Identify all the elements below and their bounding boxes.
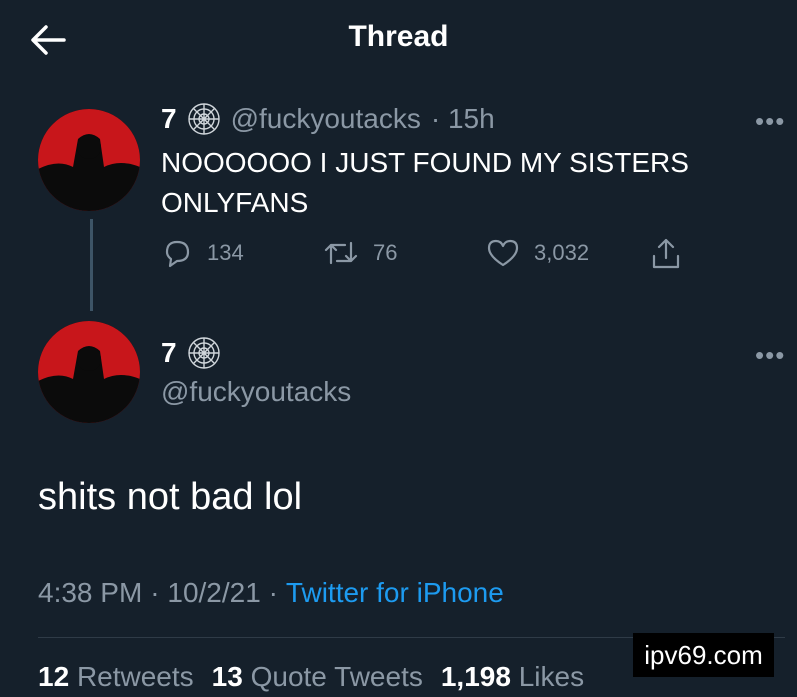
retweets-label: Retweets — [76, 661, 194, 692]
display-name[interactable]: 7 — [161, 103, 177, 135]
handle[interactable]: @fuckyoutacks — [161, 376, 351, 408]
avatar[interactable] — [38, 109, 140, 211]
tweet-text-line: NOOOOOO I JUST FOUND MY SISTERS — [161, 147, 689, 178]
quote-tweets-stat[interactable]: 13 Quote Tweets — [212, 661, 423, 693]
handle[interactable]: @fuckyoutacks — [231, 103, 421, 135]
share-button[interactable] — [650, 237, 682, 271]
share-icon — [652, 238, 680, 269]
spiderweb-icon — [187, 103, 220, 135]
quote-tweets-count: 13 — [211, 661, 243, 692]
tweet-text: shits not bad lol — [38, 476, 303, 518]
retweet-count: 76 — [373, 240, 398, 265]
engagement-stats: 12 Retweets 13 Quote Tweets 1,198 Likes — [38, 661, 584, 693]
more-options-button[interactable]: ••• — [755, 106, 785, 137]
avatar-image — [38, 321, 140, 423]
reply-count: 134 — [207, 240, 244, 265]
tweet-text: NOOOOOO I JUST FOUND MY SISTERS ONLYFANS — [161, 143, 689, 223]
timestamp[interactable]: · 15h — [431, 103, 495, 135]
tweet-date[interactable]: · 10/2/21 · — [150, 577, 278, 609]
more-options-button[interactable]: ••• — [755, 340, 785, 371]
source-link[interactable]: Twitter for iPhone — [286, 577, 504, 609]
reply-icon — [165, 240, 190, 268]
avatar-image — [38, 109, 140, 211]
page-title: Thread — [348, 20, 449, 53]
retweets-count: 12 — [38, 661, 70, 692]
spiderweb-icon — [187, 337, 220, 369]
tweet-meta: 4:38 PM · 10/2/21 · Twitter for iPhone — [38, 577, 504, 609]
like-count: 3,032 — [534, 240, 590, 265]
retweet-button[interactable]: 76 — [323, 237, 397, 269]
tweet-text-line: ONLYFANS — [161, 187, 309, 218]
tweet-header: 7 — [161, 336, 221, 370]
avatar[interactable] — [38, 321, 140, 423]
quote-tweets-label: Quote Tweets — [250, 661, 423, 692]
likes-stat[interactable]: 1,198 Likes — [441, 661, 584, 693]
reply-button[interactable]: 134 — [161, 237, 244, 269]
retweet-icon — [324, 241, 358, 265]
tweet-header: 7 @fuckyoutacks · 15h — [161, 102, 495, 136]
likes-count: 1,198 — [440, 661, 511, 692]
watermark: ipv69.com — [633, 633, 774, 677]
thread-connector-line — [90, 219, 93, 311]
display-name[interactable]: 7 — [161, 337, 177, 369]
heart-icon — [487, 239, 519, 267]
tweet-time[interactable]: 4:38 PM — [38, 577, 142, 609]
like-button[interactable]: 3,032 — [486, 237, 589, 269]
likes-label: Likes — [518, 661, 585, 692]
retweets-stat[interactable]: 12 Retweets — [38, 661, 194, 693]
